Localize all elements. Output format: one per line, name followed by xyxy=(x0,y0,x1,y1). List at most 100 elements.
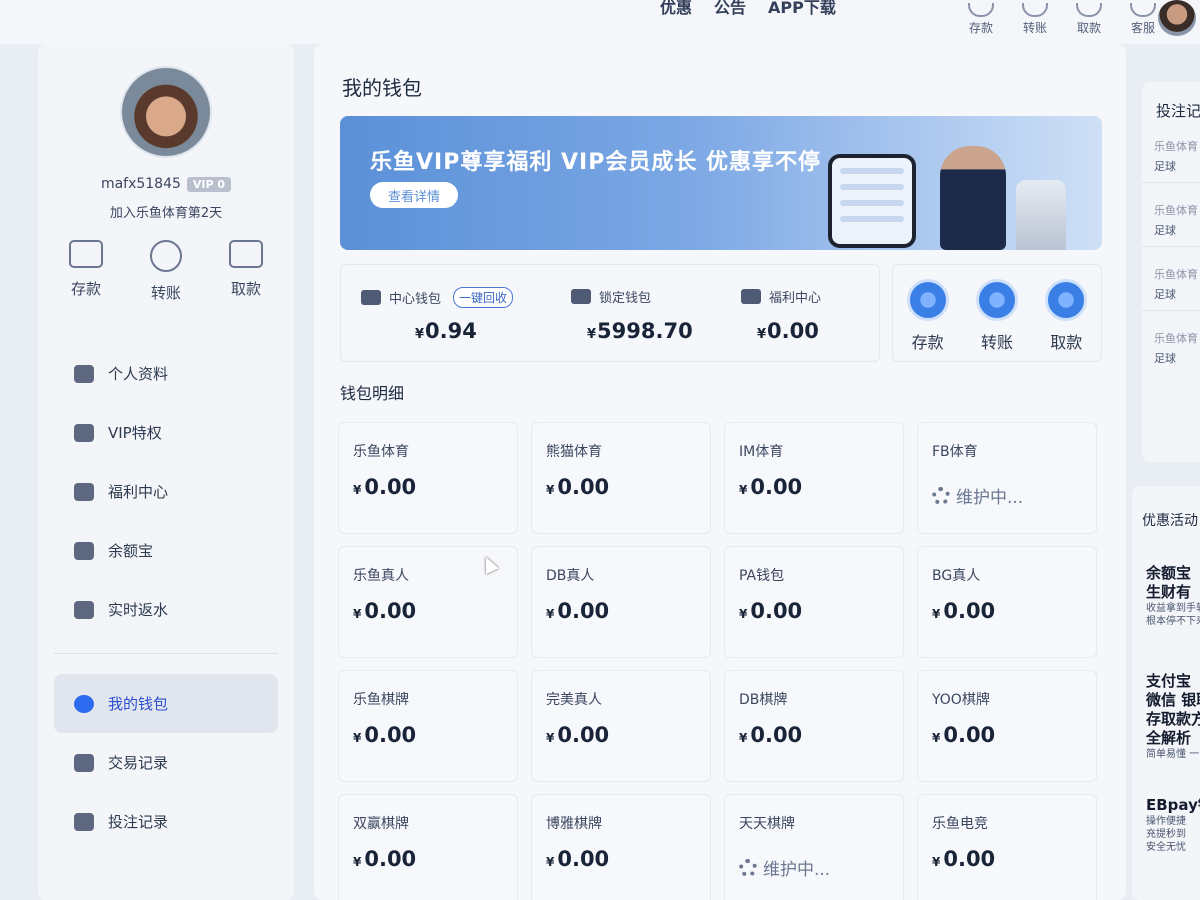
top-transfer-button[interactable]: 转账 xyxy=(1010,0,1060,42)
avatar[interactable] xyxy=(120,66,212,158)
currency-symbol: ¥ xyxy=(932,731,941,745)
wallet-detail-value: ¥0.00 xyxy=(932,847,995,871)
promo-card-payments[interactable]: 支付宝 微信 银联 存取款方 全解析 简单易懂 一 xyxy=(1146,672,1200,761)
wallet-detail-card[interactable]: 双赢棋牌 ¥0.00 xyxy=(338,794,518,900)
maintenance-text: 维护中... xyxy=(956,488,1024,508)
view-details-button[interactable]: 查看详情 xyxy=(370,182,458,208)
currency-symbol: ¥ xyxy=(739,483,748,497)
promo-card-ebpay[interactable]: EBpay钱 操作便捷 充提秒到 安全无忧 xyxy=(1146,796,1200,854)
sidebar-item-wallet[interactable]: 我的钱包 xyxy=(54,674,278,733)
wallet-detail-value: ¥0.00 xyxy=(932,723,995,747)
promo-line: 全解析 xyxy=(1146,729,1192,747)
amount-value: 0.00 xyxy=(943,723,996,747)
wallet-icon xyxy=(69,240,103,268)
wallet-detail-value: ¥0.00 xyxy=(932,599,995,623)
sidebar-action-label: 存款 xyxy=(70,280,101,298)
quick-transfer-button[interactable]: 转账 xyxy=(975,279,1018,361)
nav-app-download[interactable]: APP下载 xyxy=(768,0,836,18)
sidebar-item-bets[interactable]: 投注记录 xyxy=(54,792,278,851)
quick-withdraw-button[interactable]: 取款 xyxy=(1045,279,1088,361)
promo-line: EBpay钱 xyxy=(1146,796,1200,814)
wallet-detail-card[interactable]: 乐鱼电竞 ¥0.00 xyxy=(917,794,1097,900)
top-avatar[interactable] xyxy=(1158,0,1196,36)
wallet-detail-card[interactable]: 熊猫体育 ¥0.00 xyxy=(531,422,711,534)
wallet-detail-value: ¥0.00 xyxy=(739,723,802,747)
wallet-detail-card[interactable]: BG真人 ¥0.00 xyxy=(917,546,1097,658)
promo-line: 余额宝 xyxy=(1146,564,1192,582)
sidebar-item-rebate[interactable]: 实时返水 xyxy=(54,580,278,639)
bet-divider xyxy=(1142,246,1200,247)
promo-card-yuebao[interactable]: 余额宝 生财有 收益拿到手软 根本停不下来 xyxy=(1146,564,1200,628)
banner-title: 乐鱼VIP尊享福利 VIP会员成长 优惠享不停 xyxy=(370,150,821,175)
promo-line: 支付宝 xyxy=(1146,672,1192,690)
sidebar-withdraw-button[interactable]: 取款 xyxy=(216,240,276,303)
transfer-icon xyxy=(1022,3,1048,17)
top-deposit-button[interactable]: 存款 xyxy=(956,0,1006,42)
sidebar-item-transactions[interactable]: 交易记录 xyxy=(54,733,278,792)
nav-promotions[interactable]: 优惠 xyxy=(660,0,692,18)
sidebar-deposit-button[interactable]: 存款 xyxy=(56,240,116,303)
wallet-detail-card[interactable]: DB真人 ¥0.00 xyxy=(531,546,711,658)
promo-line: 微信 银联 xyxy=(1146,691,1200,709)
quick-deposit-button[interactable]: 存款 xyxy=(906,279,949,361)
money-bag-icon xyxy=(74,541,94,560)
wallet-detail-card[interactable]: IM体育 ¥0.00 xyxy=(724,422,904,534)
sidebar-item-profile[interactable]: 个人资料 xyxy=(54,344,278,403)
wallet-label-row: 锁定钱包 xyxy=(571,287,651,306)
bet-record-name: 乐鱼体育 xyxy=(1154,204,1198,217)
wallet-detail-value: ¥0.00 xyxy=(739,599,802,623)
top-action-label: 转账 xyxy=(1022,21,1047,35)
wallet-detail-card[interactable]: 乐鱼棋牌 ¥0.00 xyxy=(338,670,518,782)
promo-caption: 充提秒到 xyxy=(1146,829,1186,840)
sidebar-transfer-button[interactable]: 转账 xyxy=(136,240,196,303)
bet-record-sport: 足球 xyxy=(1154,224,1176,237)
bet-record-item[interactable]: 乐鱼体育 足球 xyxy=(1154,202,1198,238)
wallet-detail-name: DB真人 xyxy=(546,568,595,584)
wallet-amount: ¥5998.70 xyxy=(587,319,693,343)
sidebar-item-yuebao[interactable]: 余额宝 xyxy=(54,521,278,580)
amount-value: 0.94 xyxy=(425,319,477,343)
bet-record-item[interactable]: 乐鱼体育 足球 xyxy=(1154,266,1198,302)
top-withdraw-button[interactable]: 取款 xyxy=(1064,0,1114,42)
card-icon xyxy=(1045,279,1088,321)
wallet-detail-name: BG真人 xyxy=(932,568,981,584)
wallet-label: 福利中心 xyxy=(769,291,822,306)
wallet-detail-card[interactable]: YOO棋牌 ¥0.00 xyxy=(917,670,1097,782)
bet-record-name: 乐鱼体育 xyxy=(1154,140,1198,153)
maintenance-status: 维护中... xyxy=(932,483,1023,508)
wallet-detail-card[interactable]: FB体育 维护中... xyxy=(917,422,1097,534)
sidebar-action-label: 取款 xyxy=(230,280,261,298)
main-panel: 我的钱包 乐鱼VIP尊享福利 VIP会员成长 优惠享不停 查看详情 中心钱包 一… xyxy=(314,44,1126,900)
wallet-detail-value: ¥0.00 xyxy=(353,599,416,623)
wallet-detail-card[interactable]: PA钱包 ¥0.00 xyxy=(724,546,904,658)
top-actions: 存款 转账 取款 客服 xyxy=(956,0,1172,42)
wallet-label: 中心钱包 xyxy=(389,292,442,307)
wallet-summary: 中心钱包 一键回收 ¥0.94 锁定钱包 ¥5998.70 福利中心 ¥0.00 xyxy=(340,264,880,362)
top-action-label: 取款 xyxy=(1076,21,1101,35)
bet-record-item[interactable]: 乐鱼体育 足球 xyxy=(1154,138,1198,174)
amount-value: 0.00 xyxy=(943,847,996,871)
sidebar-menu: 个人资料 VIP特权 福利中心 余额宝 实时返水 我的钱包 交易记录 投注记录 xyxy=(54,344,278,851)
wallet-detail-card[interactable]: DB棋牌 ¥0.00 xyxy=(724,670,904,782)
wallet-detail-card[interactable]: 乐鱼体育 ¥0.00 xyxy=(338,422,518,534)
bet-record-item[interactable]: 乐鱼体育 足球 xyxy=(1154,330,1198,366)
sidebar-action-label: 转账 xyxy=(150,284,181,302)
one-click-recover-button[interactable]: 一键回收 xyxy=(453,287,514,308)
wallet-detail-value: ¥0.00 xyxy=(546,723,609,747)
sidebar-item-welfare[interactable]: 福利中心 xyxy=(54,462,278,521)
username: mafx51845 xyxy=(100,176,181,192)
welfare-wallet: 福利中心 ¥0.00 xyxy=(721,265,901,363)
wallet-detail-value: ¥0.00 xyxy=(546,599,609,623)
amount-value: 0.00 xyxy=(557,475,610,499)
top-action-label: 存款 xyxy=(968,21,993,35)
sidebar-item-vip[interactable]: VIP特权 xyxy=(54,403,278,462)
currency-symbol: ¥ xyxy=(739,731,748,745)
wallet-detail-card[interactable]: 博雅棋牌 ¥0.00 xyxy=(531,794,711,900)
promotions-title: 优惠活动 xyxy=(1142,513,1198,529)
locked-wallet: 锁定钱包 ¥5998.70 xyxy=(551,265,731,363)
wallet-detail-card[interactable]: 完美真人 ¥0.00 xyxy=(531,670,711,782)
nav-announcements[interactable]: 公告 xyxy=(714,0,746,18)
wallet-detail-card[interactable]: 天天棋牌 维护中... xyxy=(724,794,904,900)
vip-banner[interactable]: 乐鱼VIP尊享福利 VIP会员成长 优惠享不停 查看详情 xyxy=(340,116,1102,250)
quick-action-label: 转账 xyxy=(980,333,1013,352)
